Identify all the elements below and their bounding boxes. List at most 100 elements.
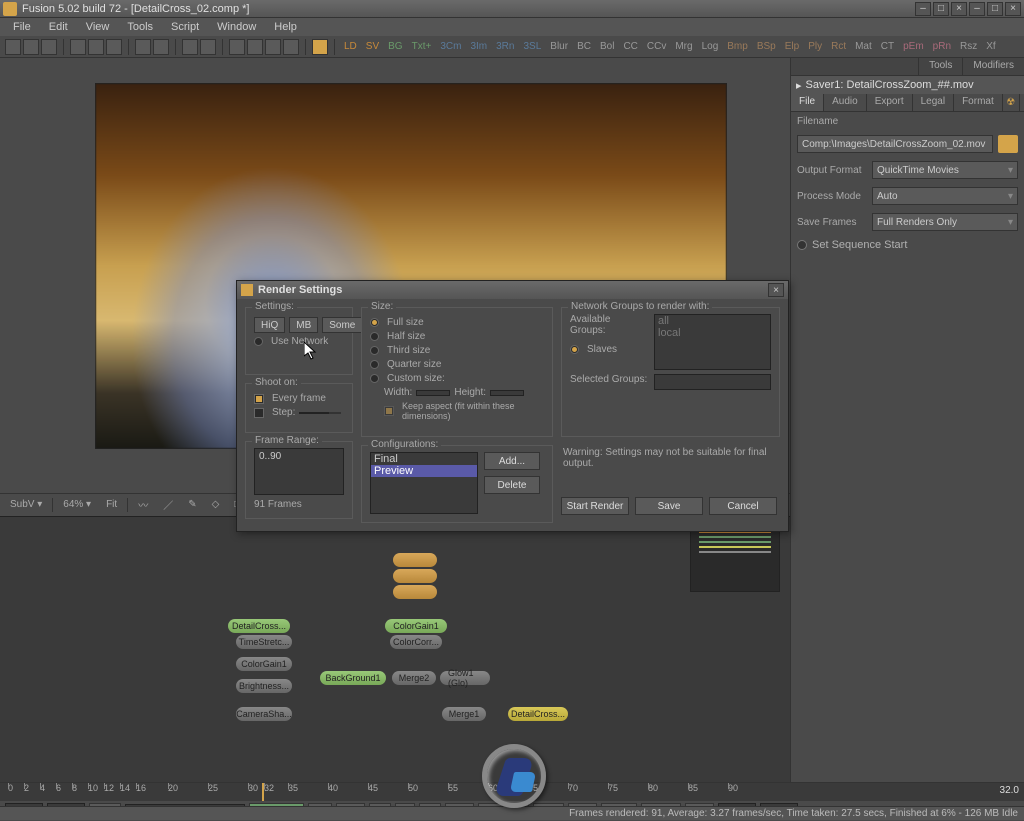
- cancel-button[interactable]: Cancel: [709, 497, 777, 515]
- tool-mat[interactable]: Mat: [852, 41, 875, 52]
- size-radio-3[interactable]: [370, 360, 379, 369]
- tool-bg[interactable]: BG: [385, 41, 405, 52]
- child-min-icon[interactable]: –: [969, 2, 985, 16]
- paste-icon[interactable]: [106, 39, 122, 55]
- flow-node[interactable]: ColorGain1: [385, 619, 447, 633]
- process-mode-dropdown[interactable]: Auto: [872, 187, 1018, 205]
- flow-panel[interactable]: DetailCross... ColorGain1 TimeStretc... Col…: [0, 516, 790, 782]
- fit-button[interactable]: Fit: [101, 499, 122, 510]
- tool-ld[interactable]: LD: [341, 41, 360, 52]
- next-icon[interactable]: [200, 39, 216, 55]
- script-icon[interactable]: ≡: [1020, 94, 1024, 111]
- tool-rsz[interactable]: Rsz: [957, 41, 980, 52]
- sel-groups-field[interactable]: [654, 374, 771, 390]
- menu-window[interactable]: Window: [209, 19, 264, 35]
- subtab-file[interactable]: File: [791, 94, 824, 111]
- save-button[interactable]: Save: [635, 497, 703, 515]
- subview-dropdown[interactable]: SubV ▾: [5, 499, 47, 510]
- layout4-icon[interactable]: [283, 39, 299, 55]
- keep-aspect-check[interactable]: [384, 406, 394, 416]
- tool-sv[interactable]: SV: [363, 41, 382, 52]
- max-icon[interactable]: □: [933, 2, 949, 16]
- flow-node[interactable]: ColorGain1: [236, 657, 292, 671]
- group-all[interactable]: all: [655, 315, 770, 327]
- layout2-icon[interactable]: [247, 39, 263, 55]
- tool-header[interactable]: ▸ Saver1: DetailCrossZoom_##.mov: [791, 76, 1024, 94]
- tool-rct[interactable]: Rct: [828, 41, 849, 52]
- group-local[interactable]: local: [655, 327, 770, 339]
- child-max-icon[interactable]: □: [987, 2, 1003, 16]
- tool-d-icon[interactable]: ◇: [207, 499, 225, 510]
- delete-config-button[interactable]: Delete: [484, 476, 540, 494]
- tool-3sl[interactable]: 3SL: [520, 41, 544, 52]
- tool-3cm[interactable]: 3Cm: [437, 41, 464, 52]
- minimap[interactable]: [690, 527, 780, 592]
- tool-bsp[interactable]: BSp: [754, 41, 779, 52]
- subtab-legal[interactable]: Legal: [913, 94, 954, 111]
- prev-icon[interactable]: [182, 39, 198, 55]
- tool-ply[interactable]: Ply: [805, 41, 825, 52]
- bins-icon[interactable]: [312, 39, 328, 55]
- size-radio-0[interactable]: [370, 318, 379, 327]
- new-icon[interactable]: [5, 39, 21, 55]
- save-icon[interactable]: [41, 39, 57, 55]
- size-radio-4[interactable]: [370, 374, 379, 383]
- menu-edit[interactable]: Edit: [41, 19, 76, 35]
- tool-ccv[interactable]: CCv: [644, 41, 669, 52]
- size-radio-1[interactable]: [370, 332, 379, 341]
- save-frames-dropdown[interactable]: Full Renders Only: [872, 213, 1018, 231]
- set-seq-radio[interactable]: [797, 240, 807, 250]
- tool-xf[interactable]: Xf: [983, 41, 998, 52]
- tool-pem[interactable]: pEm: [900, 41, 927, 52]
- zoom-dropdown[interactable]: 64% ▾: [58, 499, 96, 510]
- open-icon[interactable]: [23, 39, 39, 55]
- tool-b-icon[interactable]: ／: [158, 497, 178, 512]
- flow-node[interactable]: BackGround1: [320, 671, 386, 685]
- min-icon[interactable]: –: [915, 2, 931, 16]
- config-item-preview[interactable]: Preview: [371, 465, 477, 477]
- flow-node[interactable]: CameraSha...: [236, 707, 292, 721]
- menu-help[interactable]: Help: [266, 19, 305, 35]
- flow-node[interactable]: [393, 585, 437, 599]
- layout1-icon[interactable]: [229, 39, 245, 55]
- mb-button[interactable]: MB: [289, 317, 318, 333]
- tool-ct[interactable]: CT: [878, 41, 897, 52]
- tool-prn[interactable]: pRn: [930, 41, 954, 52]
- layout3-icon[interactable]: [265, 39, 281, 55]
- every-frame-check[interactable]: [254, 394, 264, 404]
- flow-node[interactable]: [393, 569, 437, 583]
- tab-modifiers[interactable]: Modifiers: [962, 58, 1024, 75]
- subtab-format[interactable]: Format: [954, 94, 1003, 111]
- size-radio-2[interactable]: [370, 346, 379, 355]
- flow-node[interactable]: Merge2: [392, 671, 436, 685]
- time-ruler[interactable]: 32.0 02468101214162025303235404550556065…: [0, 783, 1024, 801]
- hiq-button[interactable]: HiQ: [254, 317, 285, 333]
- tool-3rn[interactable]: 3Rn: [493, 41, 517, 52]
- menu-tools[interactable]: Tools: [119, 19, 161, 35]
- slaves-radio[interactable]: [570, 345, 579, 354]
- tool-cc[interactable]: CC: [620, 41, 640, 52]
- tool-log[interactable]: Log: [699, 41, 722, 52]
- flow-node[interactable]: TimeStretc...: [236, 635, 292, 649]
- tool-bol[interactable]: Bol: [597, 41, 617, 52]
- add-config-button[interactable]: Add...: [484, 452, 540, 470]
- copy-icon[interactable]: [88, 39, 104, 55]
- radioactive-icon[interactable]: ☢: [1003, 94, 1020, 111]
- groups-list[interactable]: all local: [654, 314, 771, 370]
- redo-icon[interactable]: [153, 39, 169, 55]
- tool-blur[interactable]: Blur: [547, 41, 571, 52]
- step-check[interactable]: [254, 408, 264, 418]
- cut-icon[interactable]: [70, 39, 86, 55]
- tool-bmp[interactable]: Bmp: [724, 41, 751, 52]
- output-format-dropdown[interactable]: QuickTime Movies: [872, 161, 1018, 179]
- flow-node[interactable]: Brightness...: [236, 679, 292, 693]
- browse-folder-icon[interactable]: [998, 135, 1018, 153]
- flow-node[interactable]: Glow1 (Glo): [440, 671, 490, 685]
- tool-elp[interactable]: Elp: [782, 41, 802, 52]
- tool-mrg[interactable]: Mrg: [672, 41, 695, 52]
- tool-txt+[interactable]: Txt+: [409, 41, 435, 52]
- some-button[interactable]: Some: [322, 317, 362, 333]
- menu-script[interactable]: Script: [163, 19, 207, 35]
- config-list[interactable]: Final Preview: [370, 452, 478, 514]
- flow-node[interactable]: DetailCross...: [228, 619, 290, 633]
